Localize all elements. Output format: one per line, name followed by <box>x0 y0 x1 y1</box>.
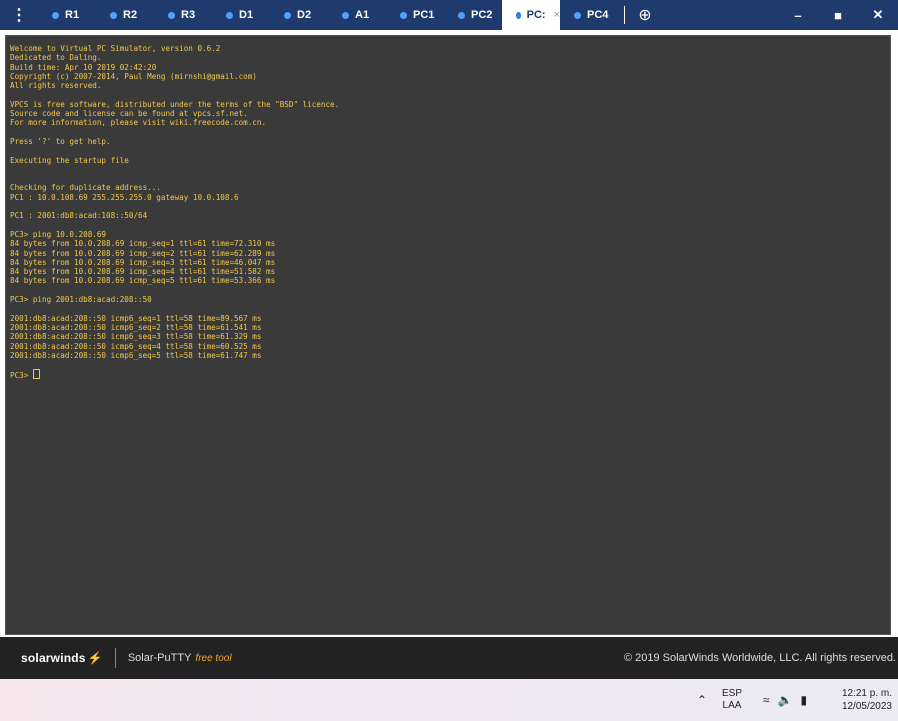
window-controls: – ■ ✕ <box>778 0 898 30</box>
plus-circle-icon[interactable]: ⊕ <box>631 0 659 30</box>
tabs-container: R1 R2 R3 D1 D2 A1 PC1 PC2 PC: × PC4 <box>38 0 618 30</box>
tab-status-dot <box>574 11 581 19</box>
tab-r1[interactable]: R1 <box>38 0 96 30</box>
flame-icon: ⚡ <box>87 651 103 665</box>
tab-status-dot <box>226 11 233 19</box>
clock-time: 12:21 p. m. <box>841 688 892 699</box>
tab-status-dot <box>110 11 117 19</box>
tab-pc4[interactable]: PC4 <box>560 0 618 30</box>
tab-label: R2 <box>123 9 138 21</box>
windows-taskbar: ⌃ ESP LAA ≈ 🔈 ▮ 12:21 p. m. 12/05/2023 <box>0 679 898 721</box>
solarwinds-logo: solarwinds ⚡ <box>21 651 103 665</box>
tab-label: PC4 <box>587 9 609 21</box>
terminal-cursor <box>32 369 40 380</box>
tab-status-dot <box>516 11 521 19</box>
vertical-ellipsis-icon[interactable]: ⋮ <box>0 0 38 30</box>
app-footer: solarwinds ⚡ Solar-PuTTY free tool © 2019 … <box>0 637 898 679</box>
tab-label: R3 <box>181 9 196 21</box>
tab-status-dot <box>284 11 291 19</box>
copyright-text: © 2019 SolarWinds Worldwide, LLC. All ri… <box>623 652 896 664</box>
tab-label: R1 <box>65 9 80 21</box>
tab-label: PC2 <box>471 9 493 21</box>
tab-status-dot <box>342 11 349 19</box>
tab-label: PC1 <box>413 9 435 21</box>
tab-d1[interactable]: D1 <box>212 0 270 30</box>
tab-label: D2 <box>297 9 312 21</box>
tab-status-dot <box>400 11 407 19</box>
tab-bar: ⋮ R1 R2 R3 D1 D2 A1 PC1 PC2 PC: × PC4 ⊕ – ■ ✕ <box>0 0 898 30</box>
language-code: ESP <box>721 688 742 699</box>
maximize-icon[interactable]: ■ <box>818 0 858 30</box>
tab-status-dot <box>52 11 59 19</box>
tab-label: D1 <box>239 9 254 21</box>
volume-icon[interactable]: 🔈 <box>778 693 793 707</box>
terminal-console[interactable]: Welcome to Virtual PC Simulator, version… <box>5 35 891 635</box>
terminal-area: Welcome to Virtual PC Simulator, version… <box>0 30 898 637</box>
tab-label: A1 <box>355 9 370 21</box>
battery-icon[interactable]: ▮ <box>800 693 807 707</box>
tab-a1[interactable]: A1 <box>328 0 386 30</box>
minimize-icon[interactable]: – <box>778 0 818 30</box>
tab-d2[interactable]: D2 <box>270 0 328 30</box>
tab-r3[interactable]: R3 <box>154 0 212 30</box>
tab-pc3[interactable]: PC: × <box>502 0 560 30</box>
tab-divider <box>624 6 625 24</box>
terminal-output: Welcome to Virtual PC Simulator, version… <box>10 44 340 381</box>
close-icon[interactable]: ✕ <box>858 0 898 30</box>
footer-divider <box>114 648 116 668</box>
product-name: Solar-PuTTY free tool <box>127 652 232 664</box>
system-tray[interactable]: ≈ 🔈 ▮ <box>750 693 820 707</box>
free-tool-label: free tool <box>195 653 232 664</box>
clock-date: 12/05/2023 <box>841 701 892 712</box>
tab-pc2[interactable]: PC2 <box>444 0 502 30</box>
tab-status-dot <box>458 11 465 19</box>
language-indicator[interactable]: ESP LAA <box>714 688 750 712</box>
wifi-icon[interactable]: ≈ <box>763 693 770 707</box>
tab-status-dot <box>168 11 175 19</box>
tab-pc1[interactable]: PC1 <box>386 0 444 30</box>
clock[interactable]: 12:21 p. m. 12/05/2023 <box>820 687 898 713</box>
tab-r2[interactable]: R2 <box>96 0 154 30</box>
chevron-up-icon[interactable]: ⌃ <box>690 693 714 707</box>
layout-code: LAA <box>722 700 742 711</box>
tab-label: PC: <box>526 9 546 21</box>
